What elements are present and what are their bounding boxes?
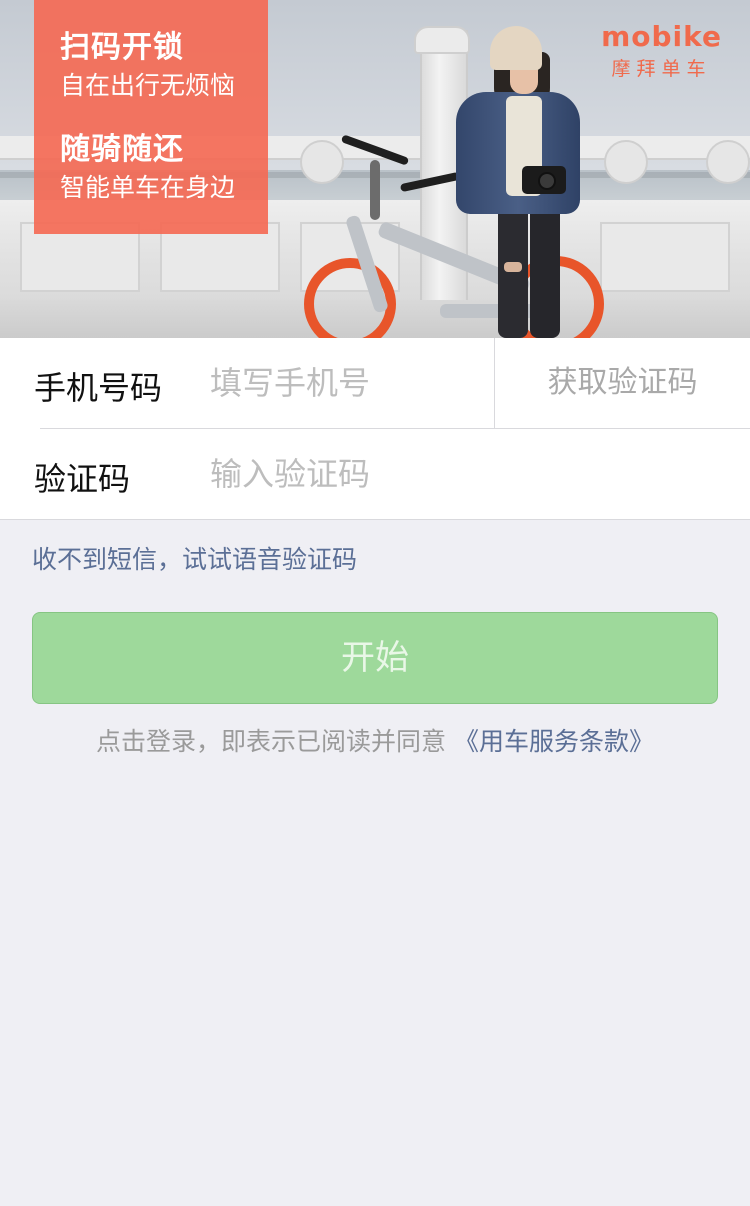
pillar-cap — [414, 26, 470, 54]
promo-title-2: 随骑随还 — [60, 132, 184, 167]
balustrade-panel — [600, 222, 730, 292]
agreement-label: 点击登录，即表示已阅读并同意 — [96, 727, 454, 756]
promo-subtitle-1: 自在出行无烦恼 — [60, 71, 236, 100]
promo-title-1: 扫码开锁 — [60, 30, 184, 65]
camera-lens — [538, 172, 556, 190]
person-leg — [530, 205, 560, 338]
start-button[interactable]: 开始 — [32, 612, 718, 704]
code-label: 验证码 — [34, 460, 131, 498]
hero-banner: 扫码开锁 自在出行无烦恼 随骑随还 智能单车在身边 mobike 摩拜单车 — [0, 0, 750, 338]
cloud-post — [300, 140, 344, 184]
cloud-post — [706, 140, 750, 184]
get-code-button[interactable]: 获取验证码 — [495, 338, 750, 428]
promo-subtitle-2: 智能单车在身边 — [60, 173, 236, 202]
terms-link[interactable]: 《用车服务条款》 — [454, 727, 654, 756]
agreement-text: 点击登录，即表示已阅读并同意 《用车服务条款》 — [0, 722, 750, 758]
cloud-post — [604, 140, 648, 184]
login-form: 手机号码 获取验证码 验证码 — [0, 338, 750, 520]
logo-chinese: 摩拜单车 — [611, 58, 712, 80]
promo-card: 扫码开锁 自在出行无烦恼 随骑随还 智能单车在身边 — [34, 0, 268, 234]
code-input[interactable] — [210, 449, 710, 499]
person-hat — [490, 26, 542, 70]
phone-label: 手机号码 — [34, 369, 163, 407]
logo-english: mobike — [601, 20, 722, 53]
phone-input[interactable] — [210, 358, 480, 408]
bike-stem — [370, 160, 380, 220]
code-row: 验证码 — [0, 429, 750, 519]
mobike-logo: mobike 摩拜单车 — [601, 22, 722, 81]
phone-row: 手机号码 获取验证码 — [0, 338, 750, 428]
voice-code-link[interactable]: 收不到短信，试试语音验证码 — [32, 540, 357, 576]
jeans-rip — [504, 262, 522, 272]
